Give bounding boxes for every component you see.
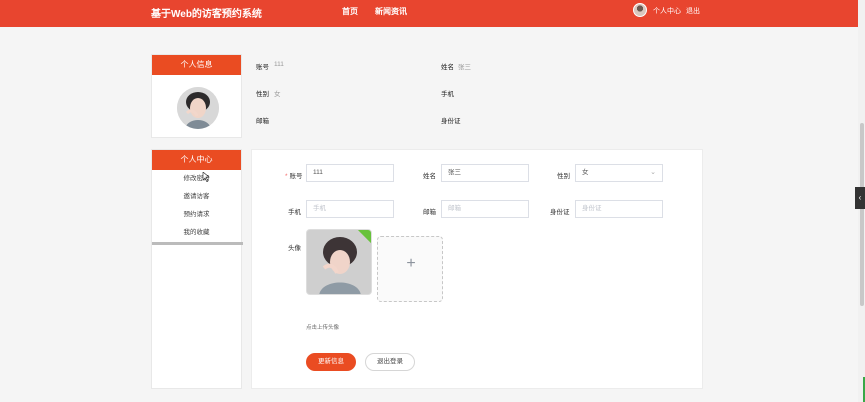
form-account-label: * 账号 <box>285 173 303 180</box>
uploaded-avatar-image-icon <box>307 230 371 294</box>
name-input[interactable]: 张三 <box>441 164 529 182</box>
form-email-label: 邮箱 <box>423 209 436 216</box>
sidebar-divider <box>152 242 243 245</box>
update-info-button[interactable]: 更新信息 <box>306 353 356 371</box>
phone-input[interactable]: 手机 <box>306 200 394 218</box>
top-navigation: 基于Web的访客预约系统 首页 新闻资讯 个人中心 退出 <box>0 0 865 27</box>
info-account-value: 111 <box>274 61 284 68</box>
plus-icon: + <box>406 255 416 272</box>
uploaded-avatar-preview[interactable] <box>306 229 372 295</box>
form-name-label: 姓名 <box>423 173 436 180</box>
profile-avatar <box>177 87 219 129</box>
info-name-value: 张三 <box>458 64 471 71</box>
sidebar-item-appointment-request[interactable]: 预约请求 <box>152 206 241 224</box>
form-avatar-label: 头像 <box>288 245 301 252</box>
info-account-label: 账号 <box>256 64 269 71</box>
chevron-down-icon: ⌄ <box>650 169 656 176</box>
cursor-icon <box>202 172 210 182</box>
upload-hint: 点击上传头像 <box>306 325 340 331</box>
gender-select-value: 女 <box>582 169 589 176</box>
user-center-link[interactable]: 个人中心 <box>653 6 681 16</box>
avatar-icon[interactable] <box>633 3 647 17</box>
page-scroll-thumb[interactable] <box>860 123 864 306</box>
form-gender-label: 性别 <box>557 173 570 180</box>
sidebar-menu: 个人中心 修改密码 邀请访客 预约请求 我的收藏 <box>151 149 243 389</box>
logout-button[interactable]: 退出登录 <box>365 353 415 371</box>
chevron-left-icon[interactable]: ‹ <box>855 187 865 209</box>
account-input[interactable]: 111 <box>306 164 394 182</box>
sidebar-item-favorites[interactable]: 我的收藏 <box>152 224 241 242</box>
info-phone-label: 手机 <box>441 91 454 98</box>
profile-card-title: 个人信息 <box>152 55 241 75</box>
info-name-label: 姓名 <box>441 64 454 71</box>
profile-card: 个人信息 <box>151 54 242 138</box>
nav-home[interactable]: 首页 <box>342 6 358 17</box>
sidebar-item-change-password[interactable]: 修改密码 <box>152 170 241 188</box>
form-phone-label: 手机 <box>288 209 301 216</box>
info-gender-value: 女 <box>274 91 281 98</box>
sidebar-title: 个人中心 <box>152 150 241 170</box>
site-title: 基于Web的访客预约系统 <box>151 9 262 20</box>
gender-select[interactable]: 女 ⌄ <box>575 164 663 182</box>
info-id-label: 身份证 <box>441 118 461 125</box>
nav-news[interactable]: 新闻资讯 <box>375 6 407 17</box>
logout-link[interactable]: 退出 <box>686 6 700 16</box>
info-email-label: 邮箱 <box>256 118 269 125</box>
email-input[interactable]: 邮箱 <box>441 200 529 218</box>
profile-photo-icon <box>177 87 219 129</box>
info-gender-label: 性别 <box>256 91 269 98</box>
form-id-label: 身份证 <box>550 209 570 216</box>
id-card-input[interactable]: 身份证 <box>575 200 663 218</box>
sidebar-item-invite-visitor[interactable]: 邀请访客 <box>152 188 241 206</box>
avatar-upload-button[interactable]: + <box>377 236 443 302</box>
